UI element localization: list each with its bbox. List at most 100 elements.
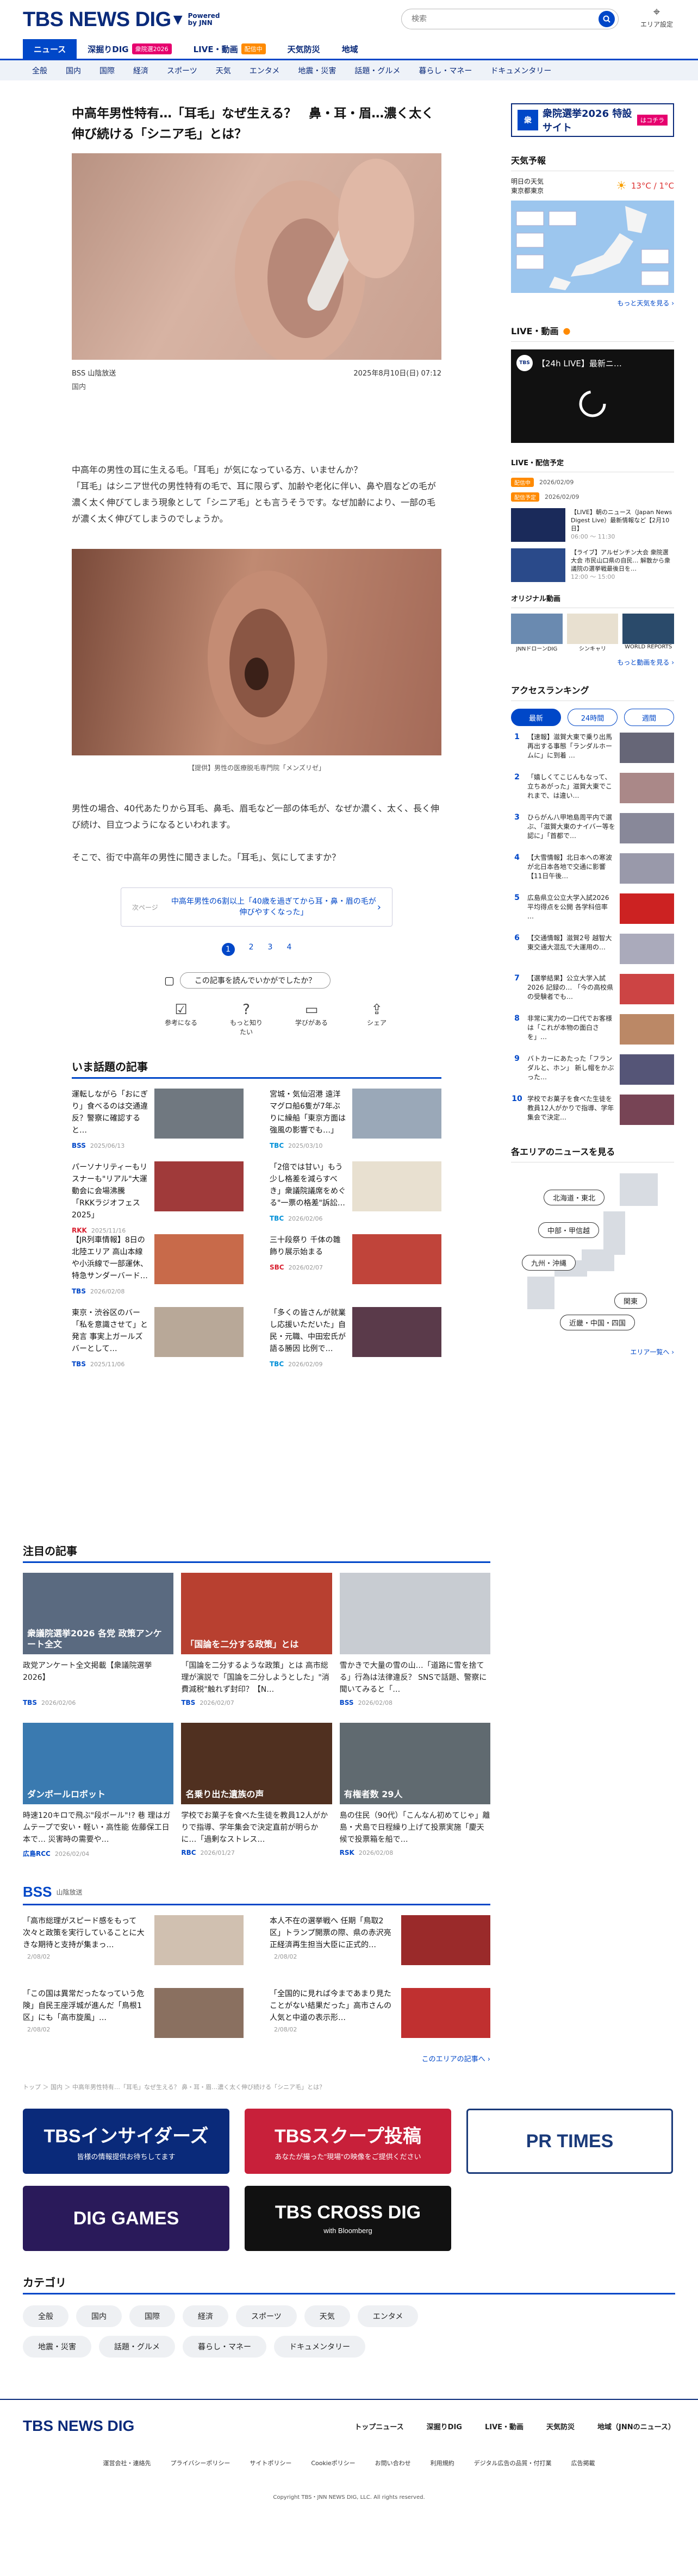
ranking-tab-0[interactable]: 最新 [511,709,561,726]
footer-link-2[interactable]: サイトポリシー [250,2459,291,2467]
banner-1[interactable]: TBSスクープ投稿 あなたが撮った"現場"の映像をご提供ください [245,2109,451,2174]
area-setting-button[interactable]: ⌖ エリア設定 [637,5,676,29]
page-3[interactable]: 3 [268,943,273,956]
subnav-item-3[interactable]: 経済 [124,65,158,76]
live-video-player[interactable]: TBS 【24h LIVE】最新ニ… [511,349,674,443]
ranking-item[interactable]: 5 広島県立公立大学入試2026 平均得点を公開 各学科倍率 … [511,893,674,927]
category-button-7[interactable]: 地震・災害 [23,2336,91,2358]
area-more-link[interactable]: エリア一覧へ › [511,1347,674,1356]
article-category[interactable]: 国内 [72,381,441,391]
footer-nav-0[interactable]: トップニュース [354,2421,403,2431]
reaction-button-1[interactable]: ? もっと知りたい [227,1002,265,1036]
ranking-item[interactable]: 1 【速報】滋賀大東で乗り出馬再出する事態「ランダルホームに」に到着 … [511,733,674,766]
area-region-3[interactable]: 関東 [614,1293,647,1309]
ranking-item[interactable]: 10 学校でお菓子を食べた生徒を教員12人がかりで指導、学年集会で決定… [511,1095,674,1128]
subnav-item-1[interactable]: 国内 [57,65,90,76]
live-more-link[interactable]: もっと動画を見る › [511,658,674,667]
local-news-item[interactable]: 「この国は異常だったなっていう危険」自民王座浮城が進んだ「鳥根1区」にも「高市旋… [23,1988,244,2044]
footer-nav-1[interactable]: 深掘りDIG [427,2421,462,2431]
footer-link-6[interactable]: デジタル広告の品質・付打業 [474,2459,552,2467]
subnav-item-4[interactable]: スポーツ [158,65,207,76]
banner-4[interactable]: TBS CROSS DIG with Bloomberg [245,2186,451,2251]
local-news-item[interactable]: 「高市総理がスピード感をもって次々と政策を実行していることに大きな期待と支持が集… [23,1915,244,1972]
footer-link-3[interactable]: Cookieポリシー [311,2459,355,2467]
trending-item[interactable]: 【JR列車情報】8日の北陸エリア 高山本線や小浜線で一部運休、特急サンダーバード… [72,1234,244,1295]
subnav-item-5[interactable]: 天気 [207,65,240,76]
original-video-item[interactable]: シンキャリ [566,614,619,652]
area-region-0[interactable]: 北海道・東北 [544,1190,605,1205]
category-button-3[interactable]: 経済 [183,2305,228,2327]
next-page-card[interactable]: 次ページ 中高年男性の6割以上「40歳を過ぎてから耳・鼻・眉の毛が伸びやすくなっ… [121,887,392,927]
featured-item[interactable]: 名乗り出た遺族の声 学校でお菓子を食べた生徒を教員12人がかりで指導、学年集会で決… [181,1723,332,1858]
footer-link-5[interactable]: 利用規約 [431,2459,454,2467]
ranking-item[interactable]: 7 【選挙結果】公立大学入試2026 記録の… 「今の高校県の受験者でも… [511,974,674,1008]
ranking-item[interactable]: 2 「嬉しくてこじんもなって、立ちあがった」滋賀大東でこれまで、は違い… [511,773,674,806]
reaction-button-2[interactable]: ▭ 学びがある [292,1002,331,1036]
nav-item-3[interactable]: 天気防災 [277,39,331,59]
nav-item-0[interactable]: ニュース [23,39,77,59]
search-input[interactable] [412,15,599,23]
trending-item[interactable]: 運転しながら「おにぎり」食べるのは交通違反？警察に確認すると… BSS 2025/0… [72,1089,244,1149]
category-button-8[interactable]: 話題・グルメ [99,2336,175,2358]
ranking-tab-1[interactable]: 24時間 [568,709,618,726]
search-button[interactable] [599,11,615,27]
area-region-4[interactable]: 近畿・中国・四国 [560,1315,635,1330]
category-button-5[interactable]: 天気 [304,2305,350,2327]
featured-item[interactable]: 雪かきで大量の雪の山…「道路に雪を捨てる」行為は法律違反？ SNSで話題、警察に… [339,1573,490,1706]
category-button-4[interactable]: スポーツ [236,2305,297,2327]
subnav-item-9[interactable]: 暮らし・マネー [409,65,481,76]
banner-0[interactable]: TBSインサイダーズ 皆様の情報提供お待ちしてます [23,2109,229,2174]
local-news-item[interactable]: 本人不在の選挙戦へ 任期「鳥取2区」トランプ開票の際、県の赤沢亮正経済再生担当大… [270,1915,490,1972]
footer-link-0[interactable]: 運営会社・連絡先 [103,2459,151,2467]
nav-item-4[interactable]: 地域 [331,39,369,59]
footer-link-4[interactable]: お問い合わせ [375,2459,411,2467]
nav-item-2[interactable]: LIVE・動画 配信中 [183,39,277,59]
footer-link-7[interactable]: 広告掲載 [571,2459,595,2467]
subnav-item-6[interactable]: エンタメ [240,65,289,76]
category-button-9[interactable]: 暮らし・マネー [183,2336,266,2358]
subnav-item-2[interactable]: 国際 [90,65,124,76]
category-button-0[interactable]: 全般 [23,2305,68,2327]
footer-link-1[interactable]: プライバシーポリシー [171,2459,230,2467]
live-item[interactable]: 【ライブ】アルゼンチン大会 衆院選大会 市民山口県の自民… 解散から衆議院の選挙… [511,548,674,582]
article-source[interactable]: BSS 山陰放送 [72,367,116,378]
local-more-link[interactable]: このエリアの記事へ › [23,2053,490,2064]
ranking-item[interactable]: 9 バトカーにあたった「フランダルと、ホン」 新し帽をかぶった… [511,1054,674,1088]
page-2[interactable]: 2 [249,943,254,956]
page-1[interactable]: 1 [221,943,235,956]
area-region-1[interactable]: 中部・甲信越 [538,1222,600,1238]
footer-nav-4[interactable]: 地域（JNNのニュース） [597,2421,675,2431]
trending-item[interactable]: 「多くの皆さんが就業し応援いただいた」自民・元職、中田宏氏が語る勝因 比例で… T… [270,1307,441,1368]
page-4[interactable]: 4 [286,943,291,956]
live-item[interactable]: 【LIVE】朝のニュース（Japan News Digest Live）最新情報… [511,508,674,542]
category-button-10[interactable]: ドキュメンタリー [274,2336,365,2358]
election-banner[interactable]: 衆 衆院選挙2026 特設サイト はコチラ [511,103,674,137]
original-video-item[interactable]: JNNドローンDIG [511,614,563,652]
nav-item-1[interactable]: 深掘りDIG 衆院選2026 [77,39,182,59]
original-video-item[interactable]: WORLD REPORTS [622,614,675,652]
footer-nav-3[interactable]: 天気防災 [546,2421,575,2431]
reaction-button-3[interactable]: ⇪ シェア [358,1002,396,1036]
ranking-item[interactable]: 3 ひらがん八甲地島周平内で選ぶ、「滋賀大東のナイバー等を認に」「首都で… [511,813,674,847]
breadcrumb[interactable]: トップ ＞ 国内 ＞ 中高年男性特有…「耳毛」なぜ生える？ 鼻・耳・眉…濃く太く… [23,2083,490,2091]
category-button-6[interactable]: エンタメ [357,2305,419,2327]
reaction-button-0[interactable]: ☑ 参考になる [162,1002,200,1036]
area-region-2[interactable]: 九州・沖縄 [522,1255,576,1271]
trending-item[interactable]: パーソナリティーもリスナーも"リアル"大運動会に会場沸騰「RKKラジオフェス20… [72,1161,244,1234]
footer-nav-2[interactable]: LIVE・動画 [485,2421,524,2431]
live-schedule-row[interactable]: 配信予定 2026/02/09 [511,492,674,502]
footer-logo[interactable]: TBS NEWS DIG [23,2417,134,2435]
ranking-item[interactable]: 4 【大雪情報】北日本への寒波が北日本各地で交通に影響 【11日午後… [511,853,674,887]
local-news-item[interactable]: 「全国的に見れば今まであまり見たことがない結果だった」高市さんの人気と中道の表示… [270,1988,490,2044]
banner-3[interactable]: DIG GAMES [23,2186,229,2251]
weather-more-link[interactable]: もっと天気を見る › [511,298,674,308]
banner-2[interactable]: PR TIMES [466,2109,673,2174]
ranking-tab-2[interactable]: 週間 [624,709,674,726]
trending-item[interactable]: 東京・渋谷区のバー「私を意識させて」と発言 事実上ガールズバーとして… TBS 20… [72,1307,244,1368]
featured-item[interactable]: 有権者数 29人 島の住民（90代）「こんなん初めてじゃ」離島・犬島で日程繰り上げ… [339,1723,490,1858]
live-schedule-row[interactable]: 配信中 2026/02/09 [511,478,674,487]
category-button-2[interactable]: 国際 [129,2305,175,2327]
trending-item[interactable]: 宮城・気仙沼港 遠洋マグロ船6隻が7年ぶりに繰船「東京方面は強風の影響でも…」 T… [270,1089,441,1149]
weather-map[interactable] [511,201,674,293]
category-button-1[interactable]: 国内 [76,2305,122,2327]
